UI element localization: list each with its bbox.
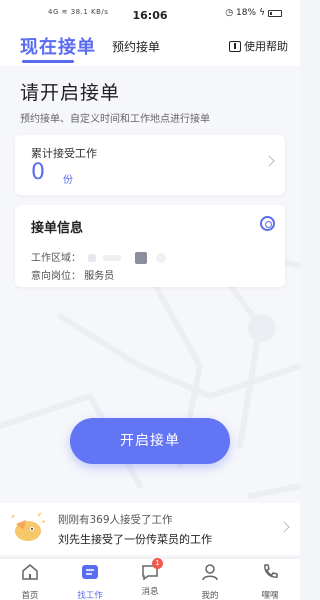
- tab-home[interactable]: 首页: [0, 562, 60, 600]
- order-info-title: 接单信息: [31, 221, 84, 236]
- active-tab-indicator: [22, 60, 74, 63]
- tab-messages[interactable]: 1 消息: [120, 558, 180, 597]
- home-icon: [22, 564, 38, 580]
- battery-icon: [268, 9, 282, 17]
- start-orders-button[interactable]: 开启接单: [70, 418, 230, 464]
- tab-now-orders[interactable]: 现在接单: [20, 33, 96, 59]
- mascot-icon: [11, 512, 46, 541]
- redacted-area-block: [134, 252, 147, 264]
- tab-profile[interactable]: 我的: [180, 562, 240, 600]
- work-area-row: 工作区域：: [31, 249, 166, 264]
- redacted-area-block: [103, 255, 122, 261]
- total-work-unit: 份: [63, 175, 73, 186]
- tab-messages-label: 消息: [141, 587, 159, 597]
- help-button[interactable]: 使用帮助: [229, 38, 288, 54]
- chevron-right-icon: [263, 155, 275, 167]
- tab-profile-label: 我的: [201, 591, 219, 600]
- total-work-count: 0: [31, 160, 45, 185]
- header: 现在接单 预约接单 使用帮助: [0, 30, 300, 66]
- alarm-icon: ◷: [225, 8, 234, 18]
- status-right: ◷ 18% ϟ: [225, 8, 282, 18]
- redacted-area-block: [155, 253, 166, 263]
- bottom-tab-bar: 首页 找工作 1 消息 我的 嘿嘿: [0, 558, 300, 600]
- activity-notice[interactable]: 刚刚有369人接受了工作 刘先生接受了一份传菜员的工作: [0, 503, 300, 555]
- work-area-label: 工作区域：: [31, 253, 81, 264]
- order-info-card: 接单信息 工作区域： 意向岗位： 服务员: [15, 205, 285, 287]
- tab-find-job-label: 找工作: [77, 591, 103, 600]
- redacted-area-block: [88, 254, 97, 262]
- charging-icon: ϟ: [259, 8, 265, 18]
- page-title: 请开启接单: [20, 82, 121, 104]
- help-label: 使用帮助: [244, 40, 288, 53]
- tab-call[interactable]: 嘿嘿: [240, 562, 300, 600]
- book-icon: [229, 40, 241, 52]
- chevron-right-icon: [278, 521, 290, 533]
- tab-scheduled-orders[interactable]: 预约接单: [112, 38, 160, 55]
- battery-percent: 18%: [236, 8, 257, 18]
- total-work-card[interactable]: 累计接受工作 0 份: [15, 135, 285, 195]
- position-row: 意向岗位： 服务员: [31, 267, 114, 282]
- status-bar: 4G ≋ 38.1 KB/s 16:06 ◷ 18% ϟ: [0, 0, 300, 30]
- tab-find-job[interactable]: 找工作: [60, 562, 120, 600]
- notice-detail-text: 刘先生接受了一份传菜员的工作: [58, 533, 212, 546]
- profile-icon: [202, 564, 218, 581]
- tab-call-label: 嘿嘿: [261, 591, 279, 600]
- notice-count-text: 刚刚有369人接受了工作: [58, 514, 173, 526]
- message-icon-wrap: 1: [140, 558, 163, 582]
- total-work-label: 累计接受工作: [31, 147, 97, 160]
- phone-icon: [264, 564, 278, 578]
- find-job-icon: [82, 565, 98, 579]
- tab-home-label: 首页: [21, 591, 39, 600]
- settings-gear-icon[interactable]: [260, 216, 275, 231]
- page-subtitle: 预约接单、自定义时间和工作地点进行接单: [20, 114, 210, 125]
- position-label: 意向岗位：: [31, 271, 81, 282]
- position-value: 服务员: [84, 271, 115, 282]
- message-badge: 1: [152, 558, 163, 569]
